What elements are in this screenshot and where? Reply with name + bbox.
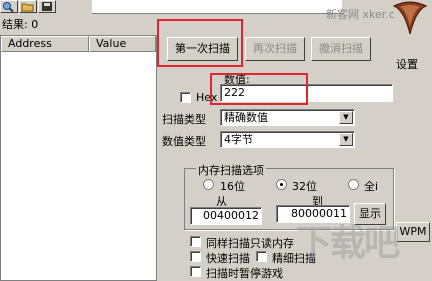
scan-type-select[interactable]: 精确数值 ▼ xyxy=(220,109,355,126)
results-count: 结果: 0 xyxy=(2,18,39,31)
undo-scan-button[interactable]: 撤消扫描 xyxy=(311,37,371,61)
value-type-select[interactable]: 4字节 ▼ xyxy=(220,131,355,148)
wpm-button[interactable]: WPM xyxy=(396,222,430,242)
pause-game-label: 扫描时暂停游戏 xyxy=(206,267,283,280)
scan-type-label: 扫描类型 xyxy=(162,113,206,126)
watermark-bottom-text: 下载吧 xyxy=(296,223,400,264)
results-list[interactable]: Address Value xyxy=(0,35,157,281)
toolbar xyxy=(0,0,92,14)
scan-readonly-checkbox[interactable] xyxy=(190,236,201,247)
value-type-selected: 4字节 xyxy=(224,133,253,146)
process-title-field xyxy=(92,0,342,14)
highlight-box-value xyxy=(210,73,308,105)
next-scan-button[interactable]: 再次扫描 xyxy=(245,37,305,61)
scan-readonly-label: 同样扫描只读内存 xyxy=(206,237,294,250)
watermark-top-text: 新客网 xker.c xyxy=(326,8,395,21)
radio-32bit-label: 32位 xyxy=(292,180,317,193)
chevron-down-icon[interactable]: ▼ xyxy=(339,133,353,146)
app-logo-icon xyxy=(388,0,432,36)
radio-all-label: 全i xyxy=(364,180,379,193)
fast-scan-checkbox[interactable] xyxy=(190,251,201,262)
pause-game-checkbox[interactable] xyxy=(190,266,201,277)
settings-button[interactable]: 设置 xyxy=(396,56,418,72)
chevron-down-icon[interactable]: ▼ xyxy=(339,111,353,124)
radio-16bit[interactable] xyxy=(203,179,214,190)
radio-16bit-label: 16位 xyxy=(220,180,245,193)
open-folder-icon[interactable] xyxy=(19,0,37,13)
value-type-label: 数值类型 xyxy=(162,135,206,148)
from-address-input[interactable]: 00400012 xyxy=(190,207,262,225)
fast-scan-label: 快速扫描 xyxy=(206,252,250,265)
highlight-box-first-scan xyxy=(157,19,243,67)
save-disk-icon[interactable] xyxy=(38,0,56,13)
scan-type-selected: 精确数值 xyxy=(224,111,268,124)
radio-32bit[interactable] xyxy=(276,179,287,190)
memory-options-title: 内存扫描选项 xyxy=(196,162,266,178)
radio-all[interactable] xyxy=(348,179,359,190)
precise-scan-checkbox[interactable] xyxy=(256,251,267,262)
column-header-value[interactable]: Value xyxy=(89,36,156,52)
column-header-address[interactable]: Address xyxy=(1,36,89,52)
hex-checkbox[interactable] xyxy=(180,92,191,103)
magnifier-icon[interactable] xyxy=(0,0,18,13)
